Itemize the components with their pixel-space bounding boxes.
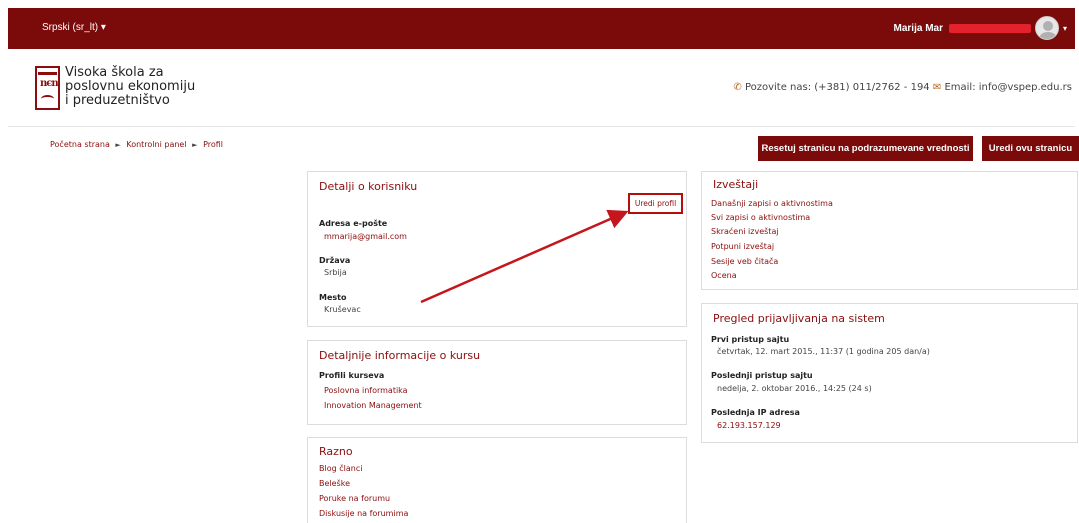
report-link[interactable]: Potpuni izveštaj bbox=[711, 242, 774, 251]
last-ip-label: Poslednja IP adresa bbox=[711, 408, 800, 417]
login-overview-block: Pregled prijavljivanja na sistem Prvi pr… bbox=[701, 303, 1078, 443]
logo-line-2: poslovnu ekonomiju bbox=[65, 79, 196, 94]
user-details-block: Detalji o korisniku Uredi profil Adresa … bbox=[307, 171, 687, 327]
phone-text: Pozovite nas: (+381) 011/2762 - 194 bbox=[744, 82, 930, 93]
header-divider bbox=[8, 126, 1075, 127]
user-menu[interactable]: Marija Mar ▾ bbox=[894, 14, 1067, 42]
breadcrumb-home[interactable]: Početna strana bbox=[50, 140, 110, 149]
breadcrumb-separator-icon: ► bbox=[115, 141, 121, 149]
report-link[interactable]: Ocena bbox=[711, 271, 737, 280]
logo-emblem-icon: nєn bbox=[35, 66, 60, 110]
course-profiles-label: Profili kurseva bbox=[319, 371, 385, 380]
first-access-value: četvrtak, 12. mart 2015., 11:37 (1 godin… bbox=[717, 347, 930, 356]
phone-icon: ✆ bbox=[733, 82, 742, 93]
misc-link[interactable]: Diskusije na forumima bbox=[319, 509, 408, 518]
reports-block: Izveštaji Današnji zapisi o aktivnostima… bbox=[701, 171, 1078, 290]
breadcrumb-dashboard[interactable]: Kontrolni panel bbox=[126, 140, 186, 149]
top-navbar: Srpski (sr_lt) ▾ Marija Mar ▾ bbox=[8, 8, 1075, 49]
edit-page-button[interactable]: Uredi ovu stranicu bbox=[982, 136, 1079, 161]
country-label: Država bbox=[319, 256, 351, 265]
logo-text: Visoka škola za poslovnu ekonomiju i pre… bbox=[65, 66, 195, 108]
avatar[interactable] bbox=[1034, 16, 1059, 40]
email-value[interactable]: mmarija@gmail.com bbox=[324, 232, 407, 241]
edit-profile-link[interactable]: Uredi profil bbox=[628, 193, 683, 214]
redaction-mark bbox=[948, 23, 1031, 33]
user-name[interactable]: Marija Mar bbox=[894, 23, 943, 34]
breadcrumb: Početna strana ► Kontrolni panel ► Profi… bbox=[50, 140, 223, 149]
first-access-label: Prvi pristup sajtu bbox=[711, 335, 790, 344]
report-link[interactable]: Današnji zapisi o aktivnostima bbox=[711, 199, 833, 208]
misc-link[interactable]: Poruke na forumu bbox=[319, 494, 390, 503]
misc-link[interactable]: Blog članci bbox=[319, 464, 362, 473]
contact-info: ✆ Pozovite nas: (+381) 011/2762 - 194 ✉ … bbox=[733, 82, 1072, 93]
mail-text[interactable]: Email: info@vspep.edu.rs bbox=[944, 82, 1072, 93]
last-access-value: nedelja, 2. oktobar 2016., 14:25 (24 s) bbox=[717, 384, 872, 393]
language-menu[interactable]: Srpski (sr_lt) ▾ bbox=[42, 22, 106, 33]
course-link[interactable]: Innovation Management bbox=[324, 401, 422, 410]
block-title: Detalji o korisniku bbox=[319, 180, 418, 193]
report-link[interactable]: Svi zapisi o aktivnostima bbox=[711, 213, 810, 222]
logo-line-3: i preduzetništvo bbox=[65, 93, 170, 108]
last-ip-value: 62.193.157.129 bbox=[717, 421, 781, 430]
mail-icon: ✉ bbox=[932, 82, 942, 93]
report-link[interactable]: Sesije veb čitača bbox=[711, 257, 778, 266]
breadcrumb-profile[interactable]: Profil bbox=[203, 140, 223, 149]
chevron-down-icon[interactable]: ▾ bbox=[1063, 24, 1067, 33]
course-details-block: Detaljnije informacije o kursu Profili k… bbox=[307, 340, 687, 425]
block-title: Pregled prijavljivanja na sistem bbox=[713, 312, 885, 325]
city-label: Mesto bbox=[319, 293, 347, 302]
logo-line-1: Visoka škola za bbox=[65, 65, 164, 80]
block-title: Izveštaji bbox=[713, 178, 759, 191]
country-value: Srbija bbox=[324, 268, 347, 277]
report-link[interactable]: Skraćeni izveštaj bbox=[711, 227, 779, 236]
site-logo[interactable]: nєn Visoka škola za poslovnu ekonomiju i… bbox=[35, 66, 195, 110]
reset-page-button[interactable]: Resetuj stranicu na podrazumevane vredno… bbox=[758, 136, 973, 161]
course-link[interactable]: Poslovna informatika bbox=[324, 386, 408, 395]
email-label: Adresa e-pošte bbox=[319, 219, 388, 228]
breadcrumb-separator-icon: ► bbox=[192, 141, 198, 149]
city-value: Kruševac bbox=[324, 305, 361, 314]
misc-link[interactable]: Beleške bbox=[319, 479, 350, 488]
misc-block: Razno Blog članci Beleške Poruke na foru… bbox=[307, 437, 687, 523]
block-title: Detaljnije informacije o kursu bbox=[319, 349, 481, 362]
last-access-label: Poslednji pristup sajtu bbox=[711, 371, 813, 380]
block-title: Razno bbox=[319, 445, 353, 458]
